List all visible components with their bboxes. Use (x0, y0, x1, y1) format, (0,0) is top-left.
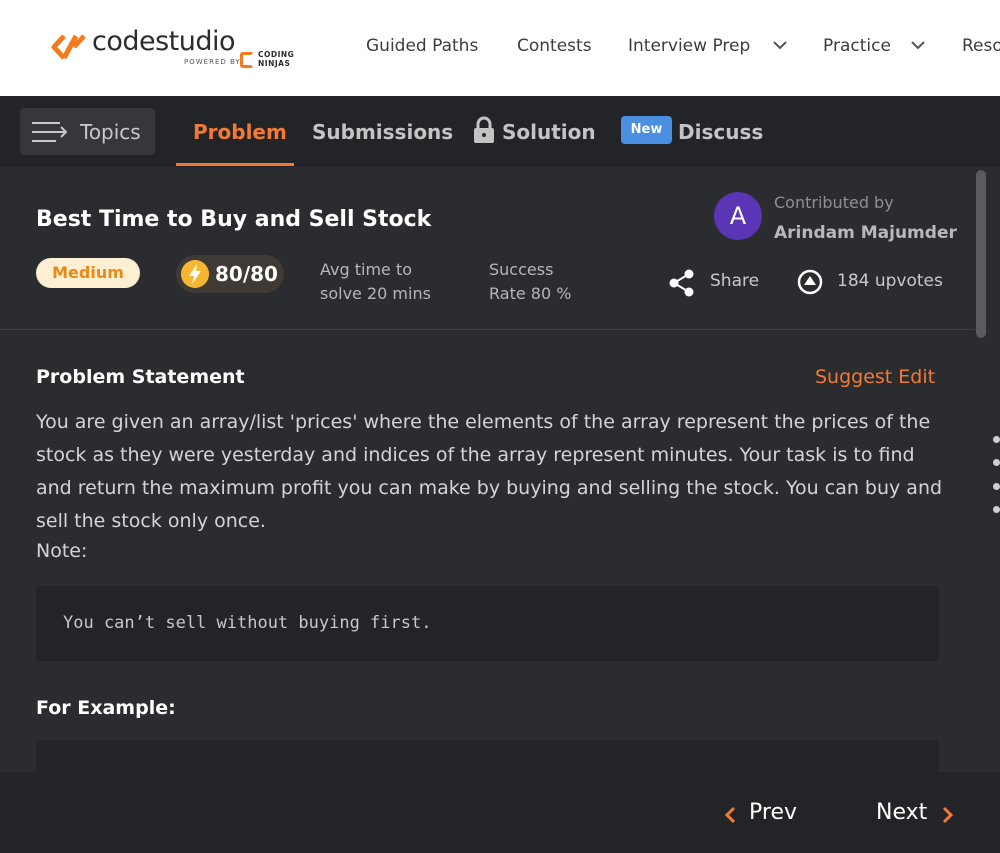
drag-handle-dot[interactable] (993, 506, 1000, 513)
problem-tabbar: Topics Problem Submissions Solution New … (0, 96, 1000, 167)
difficulty-badge: Medium (36, 258, 140, 288)
nav-resources[interactable]: Reso (962, 36, 1000, 56)
active-tab-indicator (176, 163, 294, 166)
share-button[interactable]: Share (710, 271, 759, 291)
nav-practice[interactable]: Practice (823, 36, 891, 56)
chevron-down-icon[interactable] (772, 39, 788, 51)
next-label: Next (876, 800, 928, 825)
problem-statement-heading: Problem Statement (36, 366, 245, 388)
chevron-left-icon (724, 806, 736, 824)
points-badge: 80/80 (176, 255, 284, 293)
avatar[interactable]: A (714, 192, 762, 240)
tab-submissions[interactable]: Submissions (312, 120, 453, 144)
topics-button[interactable]: Topics (20, 108, 155, 155)
chevron-right-icon (942, 806, 954, 824)
tab-discuss[interactable]: Discuss (678, 120, 763, 144)
chevron-down-icon[interactable] (910, 39, 926, 51)
suggest-edit-link[interactable]: Suggest Edit (815, 366, 935, 388)
share-icon[interactable] (669, 269, 695, 297)
logo-powered-by: POWERED BY (184, 58, 241, 66)
note-label: Note: (36, 540, 88, 562)
drag-handle-dot[interactable] (993, 483, 1000, 490)
top-navbar: codestudio POWERED BY CODING NINJAS Guid… (0, 0, 1000, 96)
nav-interview-prep[interactable]: Interview Prep (628, 36, 750, 56)
prev-label: Prev (749, 800, 797, 825)
nav-contests[interactable]: Contests (517, 36, 592, 56)
problem-title: Best Time to Buy and Sell Stock (36, 207, 432, 232)
next-button[interactable]: Next (876, 800, 956, 830)
success-rate: Success Rate 80 % (489, 260, 572, 303)
points-value: 80/80 (215, 262, 278, 286)
logo-mark-icon (51, 34, 86, 60)
new-badge: New (621, 116, 672, 144)
nav-guided-paths[interactable]: Guided Paths (366, 36, 478, 56)
lock-icon (474, 116, 494, 143)
avg-time: Avg time to solve 20 mins (320, 260, 431, 303)
tab-problem[interactable]: Problem (193, 120, 287, 144)
drag-handle-dot[interactable] (993, 436, 1000, 443)
drag-handle-dot[interactable] (993, 459, 1000, 466)
problem-statement-text: You are given an array/list 'prices' whe… (36, 411, 943, 532)
footer-bar: Prev Next (0, 772, 1000, 853)
menu-arrow-icon (32, 122, 68, 142)
lightning-icon (181, 260, 209, 288)
problem-header: Best Time to Buy and Sell Stock Medium 8… (0, 167, 975, 330)
contributor-name[interactable]: Arindam Majumder (774, 223, 957, 243)
topics-label: Topics (80, 120, 141, 144)
note-code-text: You can’t sell without buying first. (63, 613, 432, 633)
logo-wordmark: codestudio (92, 26, 236, 57)
tab-solution[interactable]: Solution (502, 120, 596, 144)
coding-ninjas-logo: CODING NINJAS (240, 50, 300, 70)
upvote-count[interactable]: 184 upvotes (837, 271, 943, 291)
contributed-by-label: Contributed by (774, 193, 894, 212)
codestudio-logo[interactable]: codestudio POWERED BY CODING NINJAS (50, 26, 300, 72)
scrollbar-thumb[interactable] (976, 170, 986, 338)
example-heading: For Example: (36, 697, 176, 719)
note-code-block: You can’t sell without buying first. (36, 586, 939, 661)
upvote-icon[interactable] (797, 269, 823, 295)
